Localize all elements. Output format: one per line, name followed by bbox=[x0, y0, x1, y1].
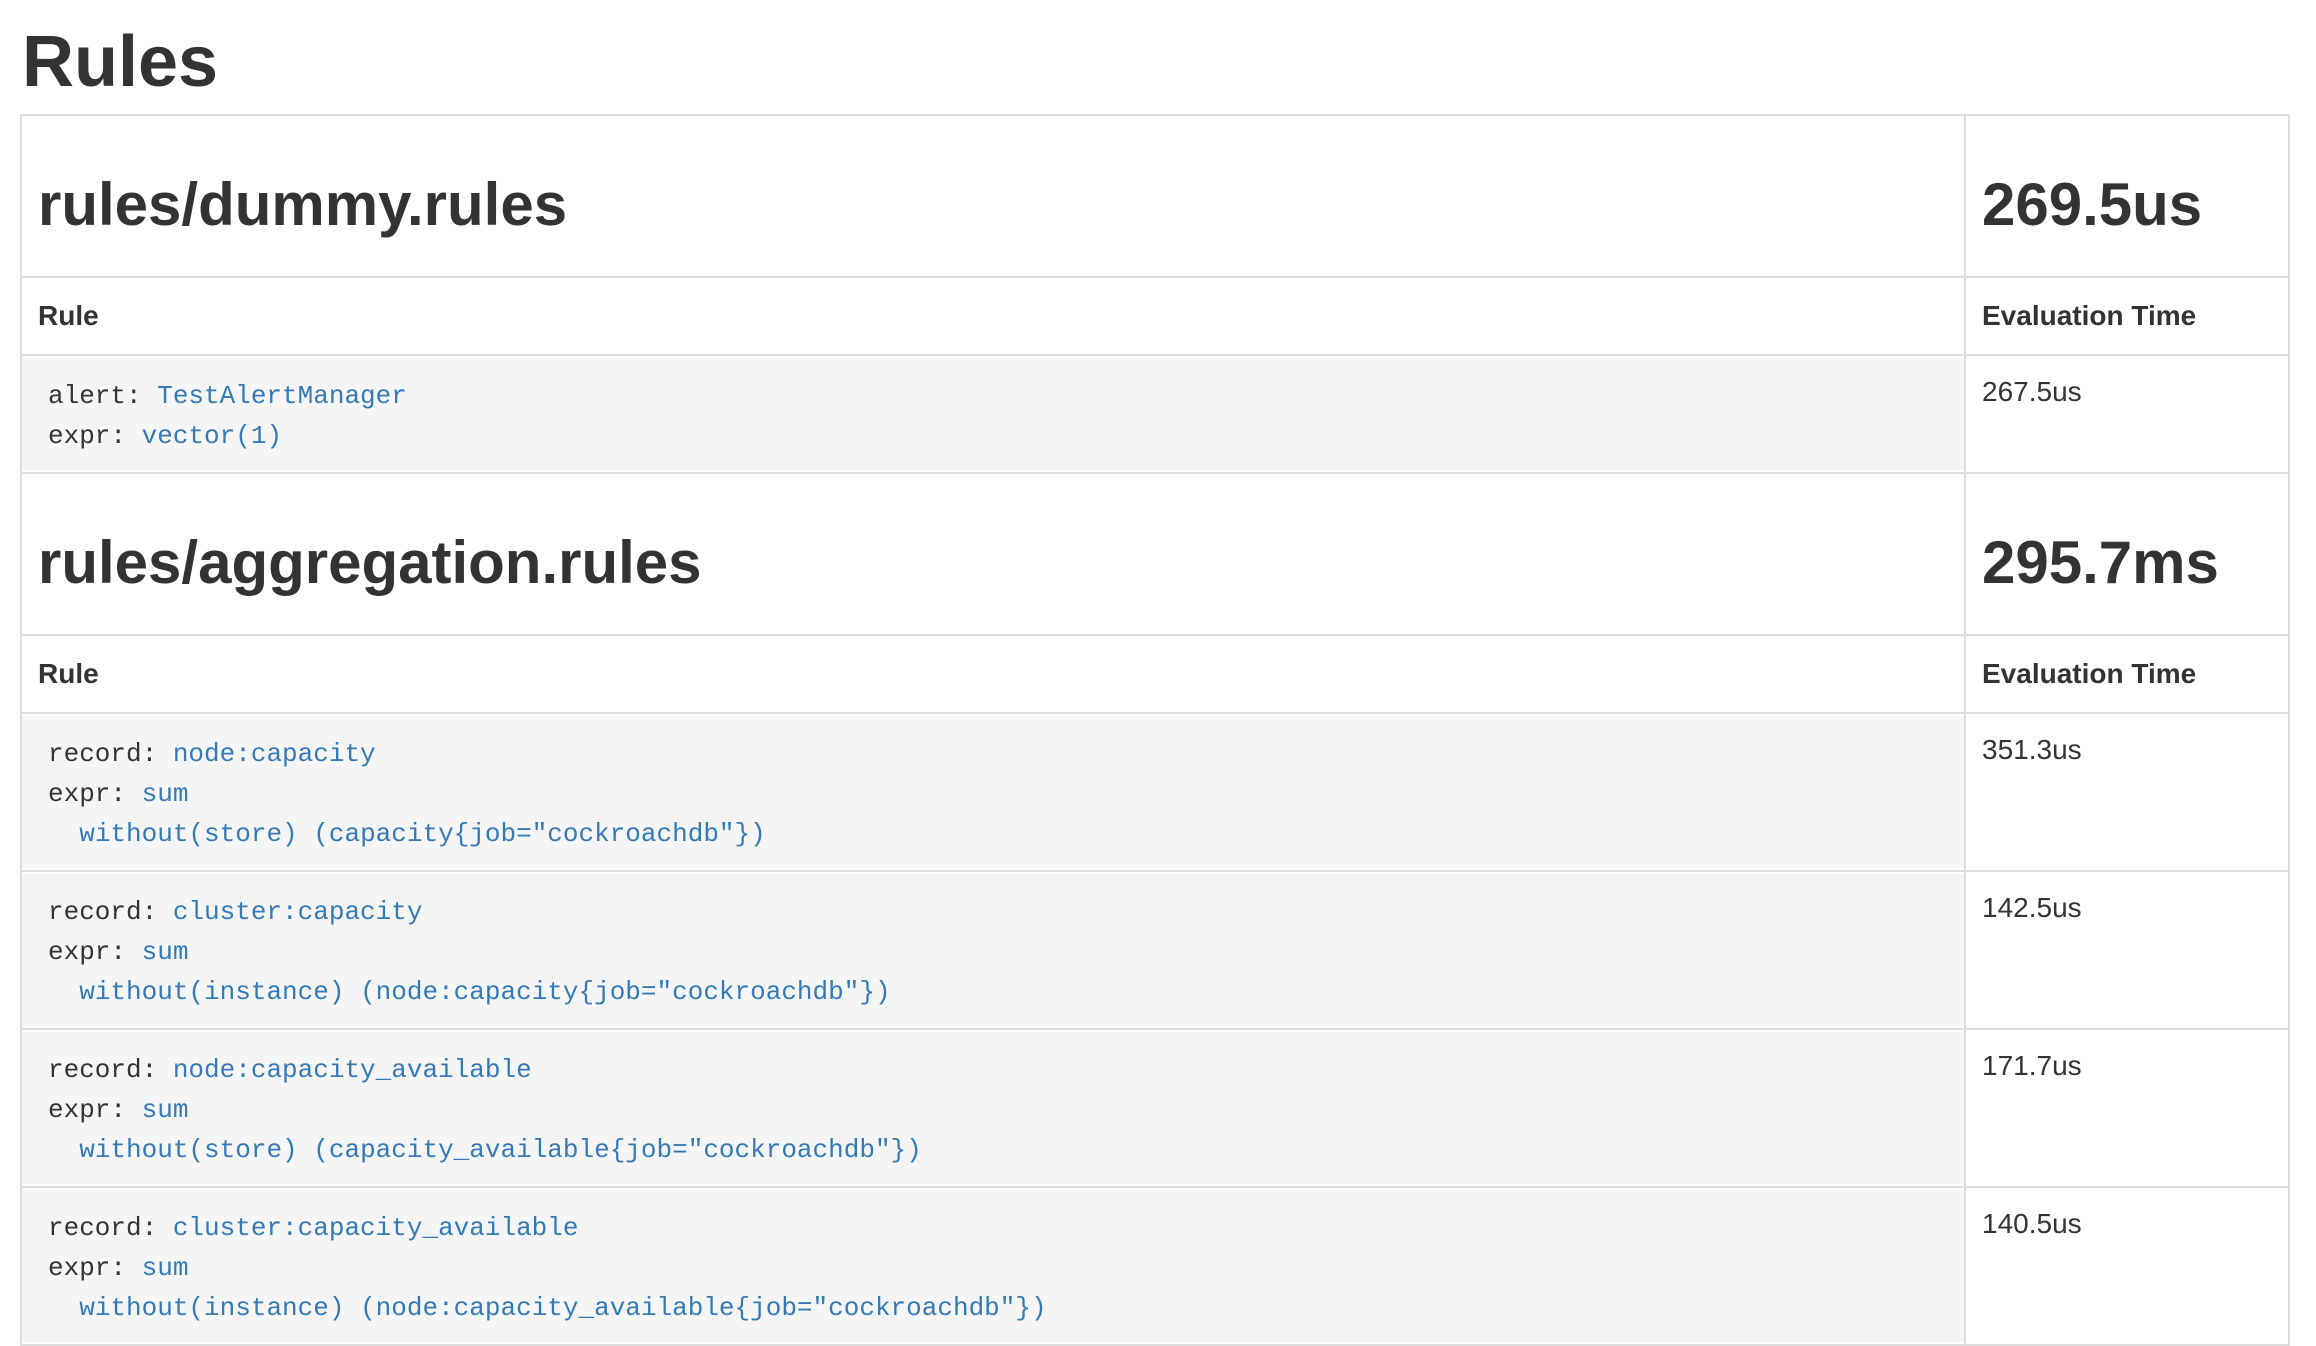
rule-code-link[interactable]: node:capacity bbox=[173, 739, 376, 769]
rule-column-header: Rule bbox=[21, 635, 1965, 713]
rule-code-line: expr: sum bbox=[48, 1090, 1948, 1130]
rule-code-line: record: cluster:capacity bbox=[48, 892, 1948, 932]
rule-code-line: record: node:capacity bbox=[48, 734, 1948, 774]
rule-evaluation-time: 351.3us bbox=[1965, 713, 2289, 871]
rule-code-line: record: cluster:capacity_available bbox=[48, 1208, 1948, 1248]
rule-cell: record: cluster:capacity_availableexpr: … bbox=[21, 1187, 1965, 1345]
rule-code-block: alert: TestAlertManagerexpr: vector(1) bbox=[22, 358, 1964, 470]
rule-header-row: RuleEvaluation Time bbox=[21, 635, 2289, 713]
rule-code-link[interactable]: TestAlertManager bbox=[157, 381, 407, 411]
rule-row: record: node:capacity_availableexpr: sum… bbox=[21, 1029, 2289, 1187]
rule-code-line: expr: sum bbox=[48, 1248, 1948, 1288]
rule-code-line: without(store) (capacity_available{job="… bbox=[48, 1130, 1948, 1170]
rule-code-link[interactable]: sum bbox=[142, 779, 189, 809]
rule-code-block: record: node:capacityexpr: sum without(s… bbox=[22, 716, 1964, 868]
rule-code-label: expr: bbox=[48, 421, 142, 451]
rule-code-block: record: cluster:capacityexpr: sum withou… bbox=[22, 874, 1964, 1026]
rule-code-line: without(store) (capacity{job="cockroachd… bbox=[48, 814, 1948, 854]
rule-group-header-row: rules/aggregation.rules 295.7ms bbox=[21, 473, 2289, 635]
rule-group-file: rules/aggregation.rules bbox=[38, 530, 1948, 596]
rule-code-line: expr: vector(1) bbox=[48, 416, 1948, 456]
rule-code-link[interactable]: without(instance) (node:capacity_availab… bbox=[79, 1293, 1046, 1323]
rule-code-link[interactable]: sum bbox=[142, 1253, 189, 1283]
rule-row: record: cluster:capacityexpr: sum withou… bbox=[21, 871, 2289, 1029]
page-content: Rules rules/dummy.rules269.5usRuleEvalua… bbox=[0, 24, 2316, 1346]
rule-cell: record: node:capacityexpr: sum without(s… bbox=[21, 713, 1965, 871]
rule-cell: record: node:capacity_availableexpr: sum… bbox=[21, 1029, 1965, 1187]
rule-code-link[interactable]: cluster:capacity_available bbox=[173, 1213, 579, 1243]
rule-code-label: expr: bbox=[48, 1253, 142, 1283]
page-title: Rules bbox=[22, 24, 2316, 100]
rule-column-header: Rule bbox=[21, 277, 1965, 355]
rule-row: record: cluster:capacity_availableexpr: … bbox=[21, 1187, 2289, 1345]
rule-code-label: expr: bbox=[48, 779, 142, 809]
rule-code-link[interactable]: without(store) (capacity_available{job="… bbox=[79, 1135, 922, 1165]
rule-code-label: expr: bbox=[48, 937, 142, 967]
rule-evaluation-time: 140.5us bbox=[1965, 1187, 2289, 1345]
rule-code-link[interactable]: without(store) (capacity{job="cockroachd… bbox=[79, 819, 766, 849]
rule-code-label bbox=[48, 819, 79, 849]
evaluation-time-column-header: Evaluation Time bbox=[1965, 277, 2289, 355]
rule-code-line: without(instance) (node:capacity{job="co… bbox=[48, 972, 1948, 1012]
rule-code-label: alert: bbox=[48, 381, 157, 411]
rule-code-label bbox=[48, 977, 79, 1007]
rule-code-label: record: bbox=[48, 897, 173, 927]
rule-cell: alert: TestAlertManagerexpr: vector(1) bbox=[21, 355, 1965, 473]
rule-code-label bbox=[48, 1135, 79, 1165]
rule-group-file-cell: rules/dummy.rules bbox=[21, 115, 1965, 277]
rule-group-evaluation-time: 295.7ms bbox=[1982, 530, 2272, 596]
rule-code-link[interactable]: sum bbox=[142, 937, 189, 967]
evaluation-time-column-header: Evaluation Time bbox=[1965, 635, 2289, 713]
rule-code-line: alert: TestAlertManager bbox=[48, 376, 1948, 416]
rule-evaluation-time: 142.5us bbox=[1965, 871, 2289, 1029]
rule-code-line: expr: sum bbox=[48, 774, 1948, 814]
rule-group-evaluation-time-cell: 295.7ms bbox=[1965, 473, 2289, 635]
rules-table: rules/dummy.rules269.5usRuleEvaluation T… bbox=[20, 114, 2290, 1346]
rule-code-label: record: bbox=[48, 1213, 173, 1243]
rule-evaluation-time: 267.5us bbox=[1965, 355, 2289, 473]
rule-code-line: without(instance) (node:capacity_availab… bbox=[48, 1288, 1948, 1328]
rule-code-line: record: node:capacity_available bbox=[48, 1050, 1948, 1090]
rule-group-file: rules/dummy.rules bbox=[38, 172, 1948, 238]
rule-code-link[interactable]: cluster:capacity bbox=[173, 897, 423, 927]
rule-header-row: RuleEvaluation Time bbox=[21, 277, 2289, 355]
rule-code-link[interactable]: sum bbox=[142, 1095, 189, 1125]
rule-group-file-cell: rules/aggregation.rules bbox=[21, 473, 1965, 635]
rule-code-label bbox=[48, 1293, 79, 1323]
rule-row: record: node:capacityexpr: sum without(s… bbox=[21, 713, 2289, 871]
rule-code-link[interactable]: node:capacity_available bbox=[173, 1055, 532, 1085]
rule-code-block: record: node:capacity_availableexpr: sum… bbox=[22, 1032, 1964, 1184]
rule-cell: record: cluster:capacityexpr: sum withou… bbox=[21, 871, 1965, 1029]
rule-group-evaluation-time-cell: 269.5us bbox=[1965, 115, 2289, 277]
rule-evaluation-time: 171.7us bbox=[1965, 1029, 2289, 1187]
rule-code-line: expr: sum bbox=[48, 932, 1948, 972]
rule-code-link[interactable]: without(instance) (node:capacity{job="co… bbox=[79, 977, 890, 1007]
rule-code-label: expr: bbox=[48, 1095, 142, 1125]
rule-code-block: record: cluster:capacity_availableexpr: … bbox=[22, 1190, 1964, 1342]
rule-group-header-row: rules/dummy.rules 269.5us bbox=[21, 115, 2289, 277]
rule-code-label: record: bbox=[48, 739, 173, 769]
rule-code-link[interactable]: vector(1) bbox=[142, 421, 282, 451]
rule-row: alert: TestAlertManagerexpr: vector(1)26… bbox=[21, 355, 2289, 473]
rule-group-evaluation-time: 269.5us bbox=[1982, 172, 2272, 238]
rule-code-label: record: bbox=[48, 1055, 173, 1085]
